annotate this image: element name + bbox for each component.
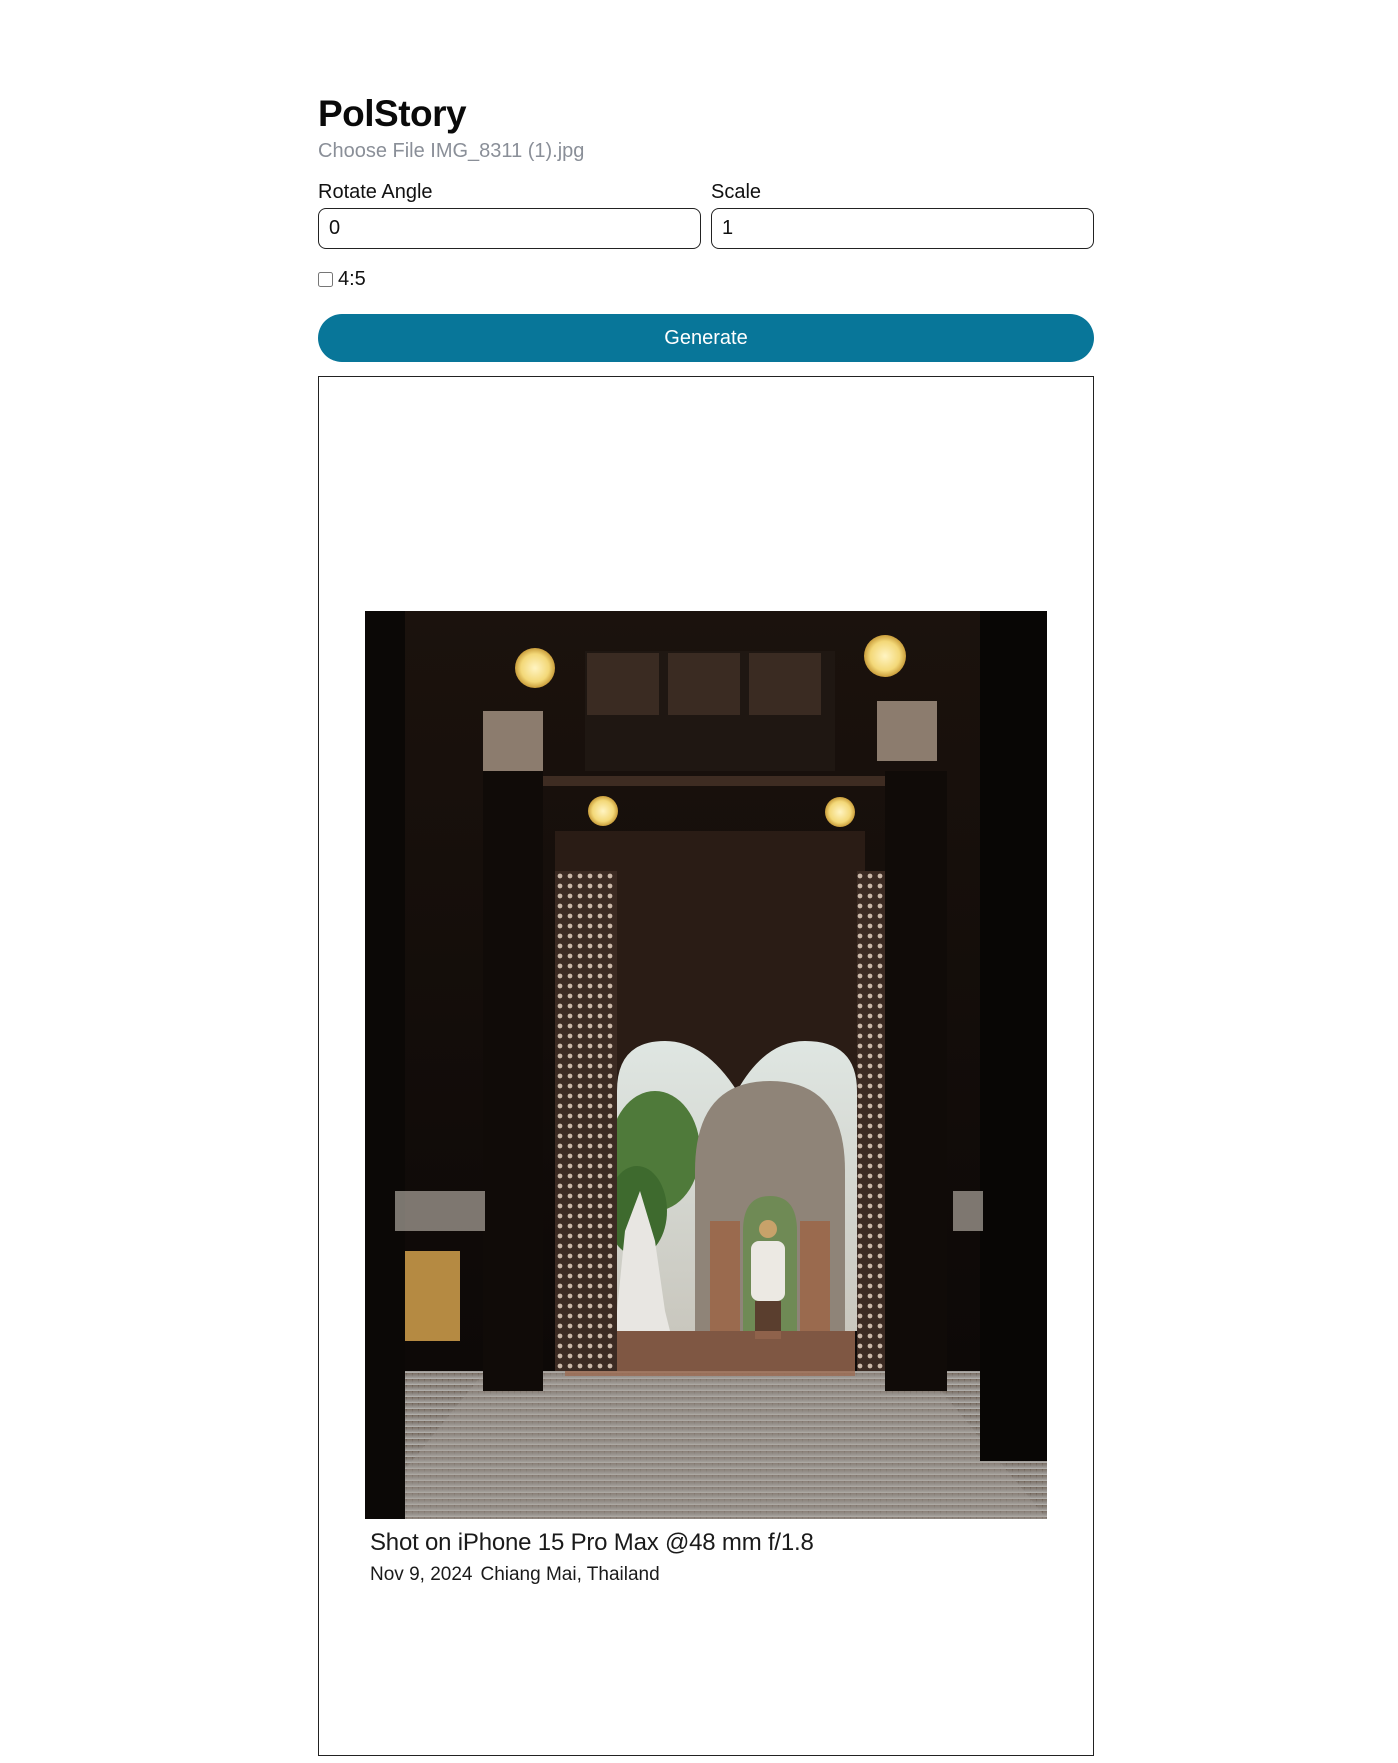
- photo-location: Chiang Mai, Thailand: [480, 1564, 660, 1585]
- page-title: PolStory: [318, 93, 467, 134]
- scale-input[interactable]: [711, 208, 1094, 249]
- settings-fields: Rotate Angle Scale: [318, 180, 1094, 249]
- generate-button[interactable]: Generate: [318, 314, 1094, 362]
- aspect-ratio-checkbox[interactable]: [318, 271, 333, 287]
- choose-file-button[interactable]: Choose File: [318, 140, 425, 162]
- scale-label: Scale: [711, 181, 762, 203]
- rotate-angle-input[interactable]: [318, 208, 701, 249]
- file-input[interactable]: Choose File IMG_8311 (1).jpg: [318, 138, 1094, 164]
- rotate-angle-label: Rotate Angle: [318, 181, 433, 203]
- photo-preview: [365, 611, 1047, 1519]
- photo-caption-camera: Shot on iPhone 15 Pro Max @48 mm f/1.8: [370, 1529, 814, 1556]
- aspect-ratio-label: 4:5: [338, 267, 366, 290]
- temple-photo-image: [365, 611, 1047, 1519]
- photo-date: Nov 9, 2024: [370, 1564, 473, 1585]
- rotate-field-group: Rotate Angle: [318, 180, 701, 249]
- photo-caption-meta: Nov 9, 2024 Chiang Mai, Thailand: [370, 1563, 660, 1587]
- selected-file-name: IMG_8311 (1).jpg: [430, 140, 585, 162]
- app-container: PolStory Choose File IMG_8311 (1).jpg Ro…: [318, 90, 1094, 1756]
- scale-field-group: Scale: [711, 180, 1094, 249]
- aspect-ratio-option: 4:5: [318, 267, 1094, 291]
- polaroid-preview: Shot on iPhone 15 Pro Max @48 mm f/1.8 N…: [318, 376, 1094, 1756]
